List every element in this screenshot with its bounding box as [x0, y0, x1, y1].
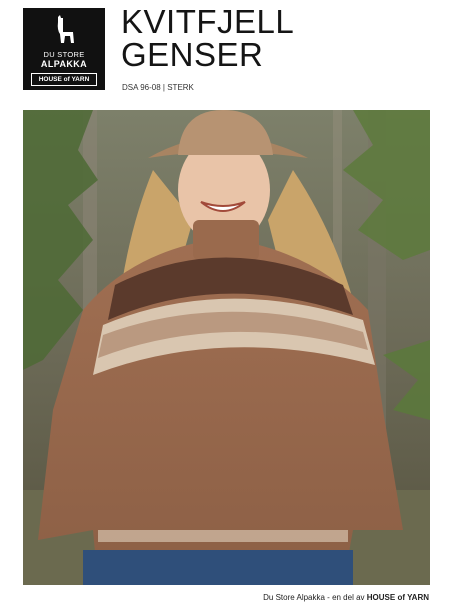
brand-line3: HOUSE of YARN [31, 73, 97, 86]
title-line-1: KVITFJELL [121, 3, 295, 40]
cover-photo [23, 110, 430, 585]
alpaca-icon [57, 15, 74, 43]
brand-logo: DU STORE ALPAKKA HOUSE of YARN [23, 8, 105, 90]
brand-line1: DU STORE [43, 50, 85, 59]
title-line-2: GENSER [121, 36, 264, 73]
pattern-title: KVITFJELL GENSER [121, 5, 294, 71]
footer-credit: Du Store Alpakka - en del av HOUSE of YA… [263, 593, 429, 602]
pattern-code: DSA 96-08 | STERK [122, 83, 194, 92]
footer-brand: HOUSE of YARN [366, 593, 429, 602]
brand-line2: ALPAKKA [40, 59, 88, 69]
footer-prefix: Du Store Alpakka - en del av [263, 593, 365, 602]
